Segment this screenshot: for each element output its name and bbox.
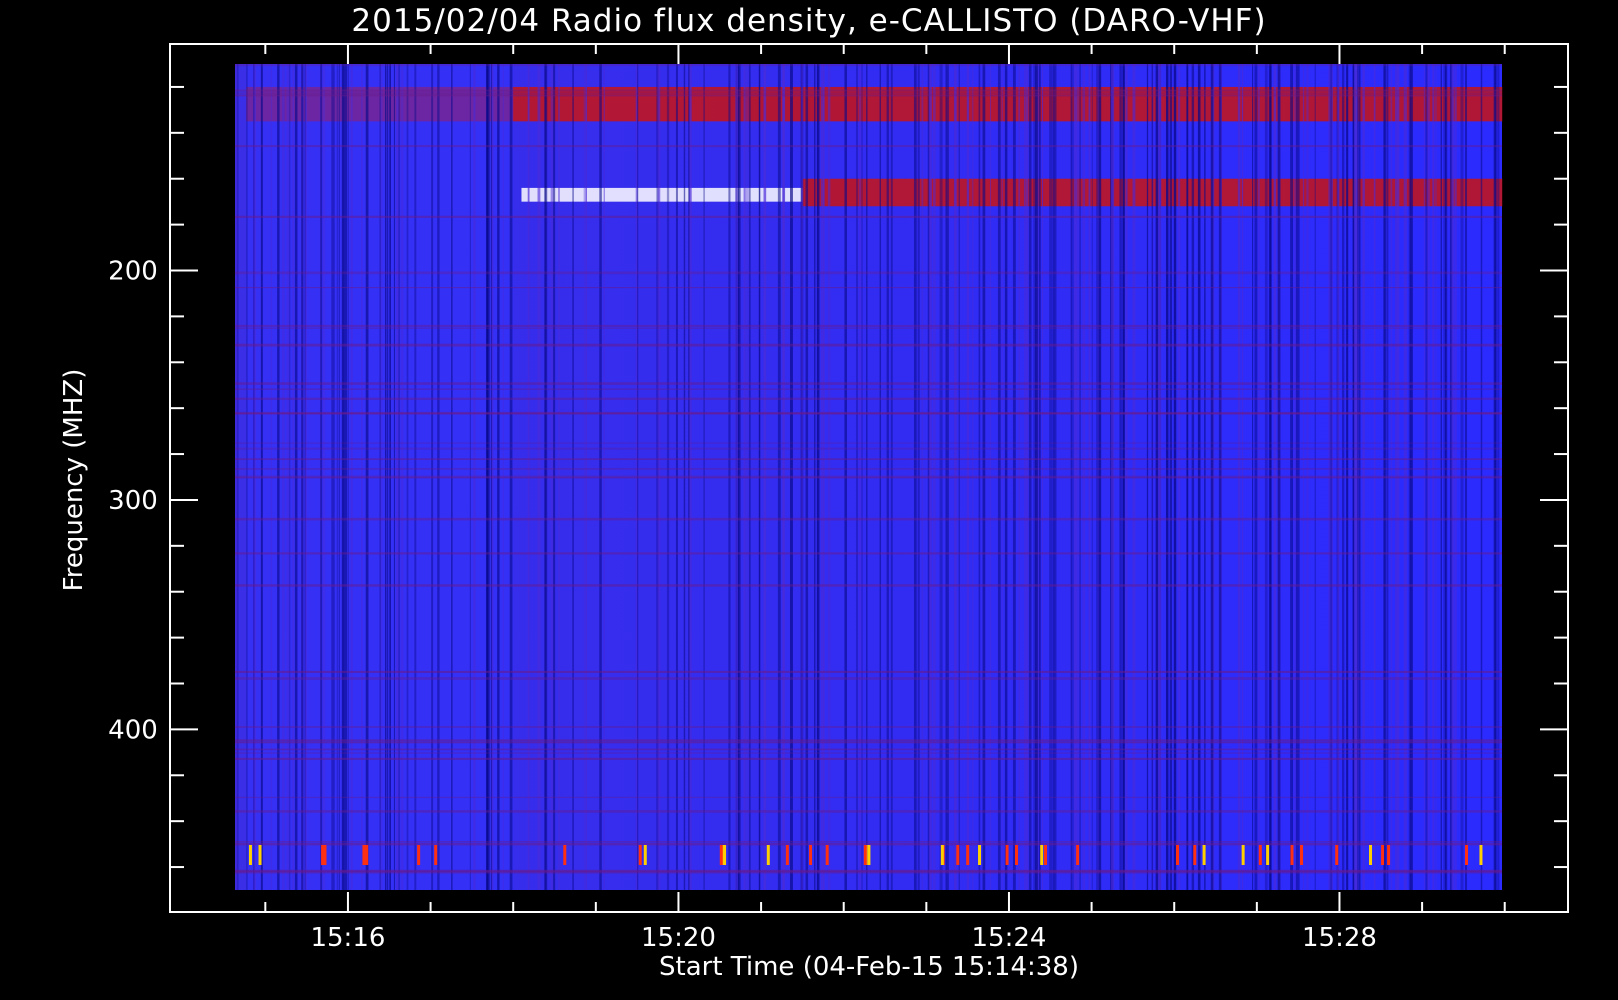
- spectrogram-heatmap: [235, 64, 1503, 890]
- heatmap-burst: [940, 845, 944, 865]
- heatmap-burst: [863, 845, 867, 865]
- heatmap-burst: [1040, 845, 1044, 865]
- y-tick-label: 300: [108, 486, 158, 516]
- heatmap-line: [235, 327, 1502, 329]
- x-tick-label: 15:24: [971, 923, 1046, 953]
- heatmap-burst: [1266, 845, 1270, 865]
- heatmap-burst: [966, 845, 970, 865]
- heatmap-burst: [956, 845, 960, 865]
- heatmap-line: [235, 552, 1502, 555]
- heatmap-line: [235, 871, 1502, 874]
- heatmap-line: [235, 739, 1502, 742]
- heatmap-line: [235, 94, 1502, 97]
- heatmap-burst: [1465, 845, 1469, 865]
- heatmap-burst: [258, 845, 262, 865]
- heatmap-burst: [1193, 845, 1197, 865]
- heatmap-burst: [362, 845, 366, 865]
- heatmap-burst: [1290, 845, 1294, 865]
- heatmap-burst: [825, 845, 829, 865]
- heatmap-burst: [1479, 845, 1483, 865]
- heatmap-line: [235, 670, 1502, 673]
- heatmap-burst: [563, 845, 567, 865]
- heatmap-line: [235, 145, 1502, 148]
- spectrogram-chart: 15:16 15:20 15:24 15:28 200 300 400 Start Tim…: [59, 43, 1569, 982]
- heatmap-burst: [867, 845, 871, 865]
- heatmap-burst: [1202, 845, 1206, 865]
- heatmap-burst: [1005, 845, 1009, 865]
- y-axis-label: Frequency (MHZ): [59, 369, 89, 592]
- heatmap-burst: [323, 845, 327, 865]
- heatmap-line: [235, 271, 1502, 275]
- heatmap-line: [235, 748, 1502, 751]
- heatmap-burst: [643, 845, 647, 865]
- heatmap-burst: [417, 845, 421, 865]
- x-axis-label: Start Time (04-Feb-15 15:14:38): [659, 952, 1079, 982]
- heatmap-line: [235, 89, 1502, 92]
- heatmap-line: [235, 287, 1502, 289]
- heatmap-burst: [809, 845, 813, 865]
- heatmap-burst: [719, 845, 723, 865]
- heatmap-line: [235, 447, 1502, 450]
- heatmap-burst: [248, 845, 252, 865]
- heatmap-line: [235, 215, 1502, 218]
- heatmap-burst: [1241, 845, 1245, 865]
- heatmap-burst: [1258, 845, 1262, 865]
- heatmap-line: [235, 442, 1502, 444]
- heatmap-burst: [723, 845, 727, 865]
- heatmap-line: [235, 796, 1502, 799]
- heatmap-burst: [365, 845, 369, 865]
- heatmap-burst: [1381, 845, 1385, 865]
- x-tick-label: 15:28: [1302, 923, 1377, 953]
- heatmap-line: [235, 742, 1502, 744]
- heatmap-line: [235, 92, 1502, 95]
- x-tick-label: 15:20: [641, 923, 716, 953]
- heatmap-line: [235, 324, 1502, 327]
- x-tick-label: 15:16: [310, 923, 385, 953]
- heatmap-burst: [1076, 845, 1080, 865]
- heatmap-line: [235, 517, 1502, 521]
- heatmap-line: [235, 810, 1502, 813]
- y-tick-label: 400: [108, 715, 158, 745]
- heatmap-burst: [1176, 845, 1180, 865]
- heatmap-line: [235, 475, 1502, 479]
- heatmap-line: [235, 64, 1502, 67]
- heatmap-burst: [1300, 845, 1304, 865]
- heatmap-line: [235, 752, 1502, 754]
- heatmap-burst: [1387, 845, 1391, 865]
- heatmap-burst: [1044, 845, 1048, 865]
- heatmap-burst: [1369, 845, 1373, 865]
- heatmap-line: [235, 841, 1502, 843]
- heatmap-line: [235, 757, 1502, 760]
- heatmap-line: [235, 388, 1502, 390]
- heatmap-line: [235, 343, 1502, 347]
- heatmap-line: [235, 677, 1502, 680]
- heatmap-line: [235, 726, 1502, 728]
- y-tick-label: 200: [108, 257, 158, 287]
- heatmap-line: [235, 468, 1502, 470]
- heatmap-burst: [785, 845, 789, 865]
- heatmap-line: [235, 458, 1502, 460]
- heatmap-burst: [978, 845, 982, 865]
- heatmap-line: [235, 584, 1502, 587]
- heatmap-burst: [638, 845, 642, 865]
- heatmap-line: [235, 411, 1502, 415]
- heatmap-burst: [766, 845, 770, 865]
- heatmap-burst: [1335, 845, 1339, 865]
- heatmap-line: [235, 397, 1502, 400]
- heatmap-burst: [434, 845, 438, 865]
- heatmap-burst: [1015, 845, 1019, 865]
- heatmap-line: [235, 382, 1502, 385]
